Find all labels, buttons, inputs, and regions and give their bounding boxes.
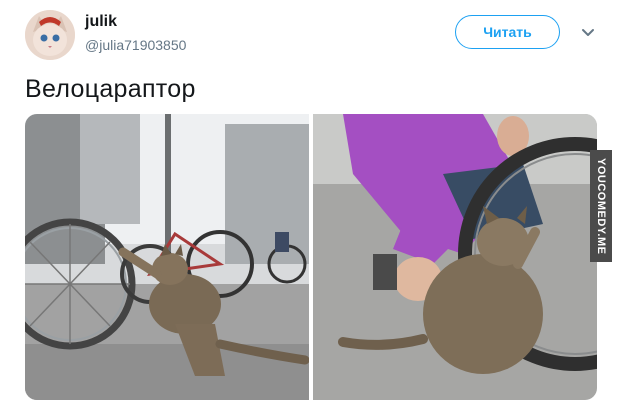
follow-button[interactable]: Читать bbox=[455, 15, 560, 49]
watermark-youcomedy: YOUCOMEDY.ME bbox=[590, 150, 612, 262]
photo-cat-scratching-bicycle-street[interactable] bbox=[25, 114, 309, 400]
tweet-text: Велоцараптор bbox=[25, 75, 196, 103]
tweet-media[interactable] bbox=[25, 114, 597, 400]
display-name[interactable]: julik bbox=[85, 13, 117, 31]
photo-person-petting-cat-at-wheel[interactable] bbox=[313, 114, 597, 400]
user-handle[interactable]: @julia71903850 bbox=[85, 37, 186, 53]
chevron-down-icon[interactable] bbox=[578, 22, 598, 42]
avatar[interactable] bbox=[25, 10, 75, 60]
